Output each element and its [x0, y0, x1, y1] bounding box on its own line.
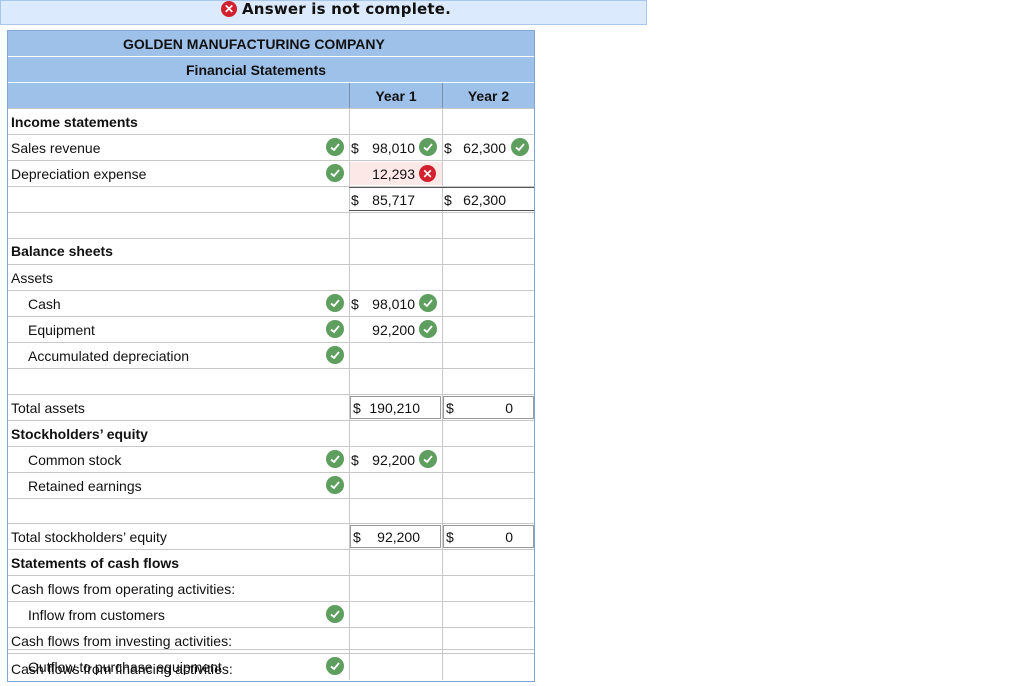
operating-activities-row: Cash flows from operating activities:: [8, 575, 534, 601]
row-label: Inflow from customers: [28, 606, 165, 623]
check-icon: [511, 138, 529, 156]
total-stockholders-equity-row: Total stockholders’ equity $92,200 $0: [8, 523, 534, 549]
check-icon: [419, 138, 437, 156]
balance-sheets-title-row: [8, 238, 534, 264]
row-label: Cash: [28, 295, 61, 312]
assets-row: Assets: [8, 264, 534, 290]
row-label: Cash flows from operating activities:: [11, 580, 236, 597]
row-label: Total stockholders’ equity: [11, 528, 167, 545]
financial-statements-table: GOLDEN MANUFACTURING COMPANY Financial S…: [7, 30, 535, 682]
banner-text: Answer is not complete.: [242, 0, 452, 18]
row-label: Common stock: [28, 451, 122, 468]
year2-total: $62,300: [444, 191, 506, 208]
equipment-row: Equipment 92,200: [8, 316, 534, 342]
year1-header: Year 1: [349, 83, 442, 108]
retained-earnings-row: Retained earnings: [8, 472, 534, 498]
check-icon: [326, 320, 344, 338]
blank-row: [8, 498, 534, 524]
row-label: Sales revenue: [11, 139, 101, 156]
check-icon: [326, 605, 344, 623]
answer-status-banner: ✕ Answer is not complete.: [0, 0, 647, 25]
check-icon: [326, 294, 344, 312]
cash-row: Cash $98,010: [8, 290, 534, 316]
check-icon: [326, 346, 344, 364]
check-icon: [419, 450, 437, 468]
section-title: Statements of cash flows: [11, 554, 180, 571]
row-label: Assets: [11, 269, 54, 286]
accumulated-depreciation-row: Accumulated depreciation: [8, 342, 534, 368]
row-label: Accumulated depreciation: [28, 347, 190, 364]
x-circle-icon: ✕: [221, 1, 237, 17]
net-income-row: $85,717 $62,300: [8, 186, 534, 212]
company-header: GOLDEN MANUFACTURING COMPANY: [8, 31, 534, 57]
section-title: Income statements: [11, 113, 138, 130]
year-header-row: Year 1 Year 2: [8, 83, 534, 108]
row-label: Equipment: [28, 321, 95, 338]
row-label: Cash flows from financing activities:: [11, 660, 233, 677]
row-label: Retained earnings: [28, 477, 142, 494]
common-stock-row: Common stock $92,200: [8, 446, 534, 472]
year1-total: $190,210: [350, 396, 441, 419]
check-icon: [326, 476, 344, 494]
income-statements-row: Income statements: [8, 108, 534, 134]
year2-total: $0: [443, 525, 534, 548]
check-icon: [326, 450, 344, 468]
financing-activities-row: Cash flows from financing activities:: [8, 649, 534, 680]
blank-row: [8, 368, 534, 394]
check-icon: [419, 294, 437, 312]
year1-input[interactable]: [349, 603, 442, 626]
year1-total: $92,200: [350, 525, 441, 548]
sales-revenue-row: Sales revenue $98,010 $62,300: [8, 134, 534, 160]
year2-total: $0: [443, 396, 534, 419]
company-name: GOLDEN MANUFACTURING COMPANY: [123, 35, 385, 52]
year2-header: Year 2: [442, 83, 534, 108]
depreciation-row: Depreciation expense 12,293 ✕: [8, 160, 534, 186]
check-icon: [326, 164, 344, 182]
check-icon: [419, 320, 437, 338]
check-icon: [326, 138, 344, 156]
row-label: Depreciation expense: [11, 165, 147, 182]
x-circle-icon: ✕: [419, 165, 436, 182]
cash-flows-title-row: Statements of cash flows: [8, 549, 534, 575]
row-label: Total assets: [11, 399, 85, 416]
statements-header: Financial Statements: [8, 57, 534, 83]
stockholders-equity-title-row: Stockholders’ equity: [8, 420, 534, 446]
statements-title: Financial Statements: [186, 61, 327, 78]
year1-input[interactable]: [349, 344, 442, 367]
inflow-customers-row: Inflow from customers: [8, 601, 534, 627]
year1-total: $85,717: [351, 191, 415, 208]
year1-input[interactable]: [349, 474, 442, 497]
balance-sheets-row: Balance sheets: [8, 212, 534, 259]
total-assets-row: Total assets $190,210 $0: [8, 394, 534, 420]
section-title: Stockholders’ equity: [11, 425, 148, 442]
